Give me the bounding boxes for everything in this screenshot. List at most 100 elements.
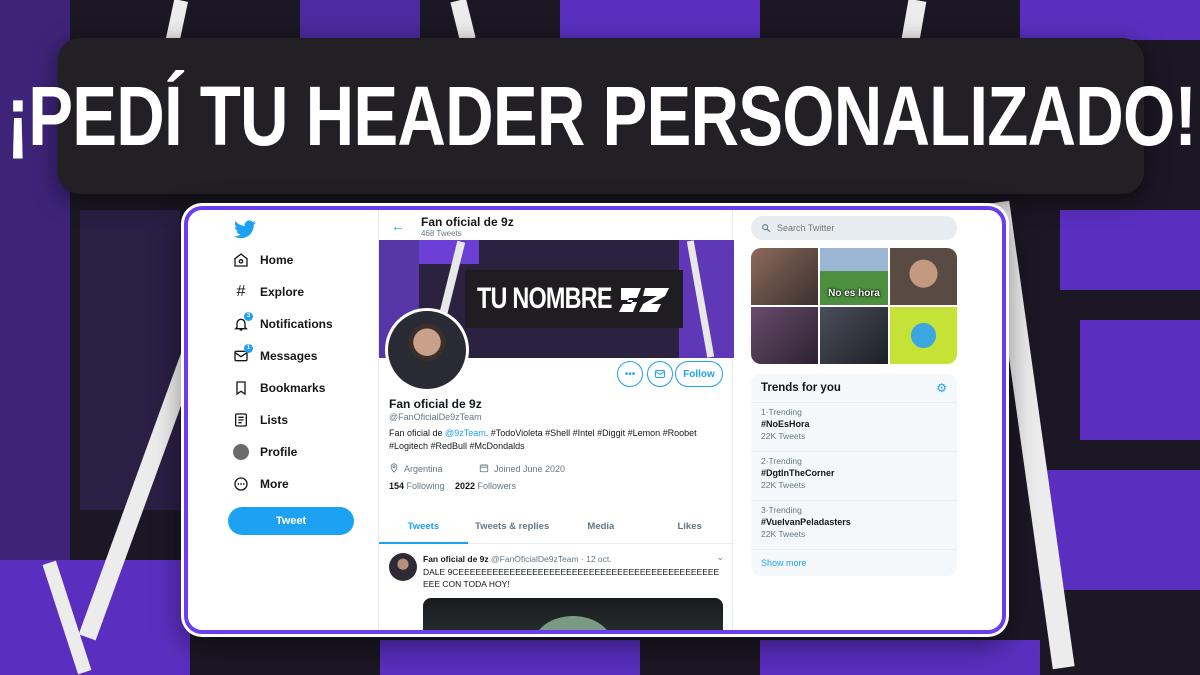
follow-button[interactable]: Follow bbox=[675, 361, 723, 387]
trend-tag: #VuelvanPeladasters bbox=[761, 517, 851, 527]
sidebar-item-home[interactable]: Home bbox=[232, 247, 293, 273]
back-arrow-icon[interactable]: ← bbox=[391, 218, 405, 234]
trends-panel: Trends for you ⚙ 1·Trending #NoEsHora 22… bbox=[751, 374, 957, 576]
tweet-button[interactable]: Tweet bbox=[228, 507, 354, 535]
tweet-text: DALE 9CEEEEEEEEEEEEEEEEEEEEEEEEEEEEEEEEE… bbox=[423, 567, 720, 589]
profile-handle: @FanOficialDe9zTeam bbox=[389, 412, 482, 422]
message-button[interactable] bbox=[647, 361, 673, 387]
sidebar-item-label: More bbox=[260, 477, 289, 491]
sidebar-item-profile[interactable]: Profile bbox=[232, 439, 297, 465]
location-pin-icon bbox=[389, 463, 399, 475]
gallery-image[interactable]: No es hora bbox=[820, 248, 888, 305]
hashtag-icon: # bbox=[236, 283, 246, 300]
tweet-count: 468 Tweets bbox=[421, 229, 462, 238]
following-stat[interactable]: 154 Following bbox=[389, 481, 445, 491]
tweet-item[interactable]: Fan oficial de 9z @FanOficialDe9zTeam · … bbox=[379, 546, 734, 630]
bookmark-icon bbox=[232, 379, 250, 397]
gallery-image[interactable] bbox=[751, 248, 819, 305]
gallery-image[interactable] bbox=[751, 307, 819, 364]
right-column: No es hora Trends for you ⚙ 1·Trending #… bbox=[733, 210, 1002, 630]
tweet-handle-date: @FanOficialDe9zTeam · 12 oct. bbox=[491, 554, 612, 564]
headline-banner: ¡PEDÍ TU HEADER PERSONALIZADO! bbox=[6, 38, 1196, 194]
bell-icon: 3 bbox=[232, 312, 253, 333]
gallery-caption: No es hora bbox=[828, 288, 880, 299]
tweet-avatar[interactable] bbox=[389, 553, 417, 581]
chevron-down-icon[interactable]: ⌄ bbox=[716, 552, 724, 563]
more-icon bbox=[232, 475, 250, 493]
tab-tweets[interactable]: Tweets bbox=[379, 510, 468, 544]
calendar-icon bbox=[479, 463, 489, 475]
trend-item[interactable]: 2·Trending #DgtInTheCorner 22K Tweets bbox=[751, 451, 957, 500]
tab-likes[interactable]: Likes bbox=[645, 510, 734, 543]
profile-column: ← Fan oficial de 9z 468 Tweets TU NOMBRE… bbox=[378, 210, 734, 630]
sidebar-item-messages[interactable]: 1 Messages bbox=[232, 343, 317, 369]
bio-mention-link[interactable]: @9zTeam bbox=[445, 428, 486, 438]
sidebar-item-lists[interactable]: Lists bbox=[232, 407, 288, 433]
search-box[interactable] bbox=[751, 216, 957, 240]
tab-media[interactable]: Media bbox=[557, 510, 646, 543]
sidebar-item-bookmarks[interactable]: Bookmarks bbox=[232, 375, 325, 401]
avatar-icon bbox=[232, 443, 250, 461]
trend-tag: #DgtInTheCorner bbox=[761, 468, 835, 478]
sidebar-item-label: Messages bbox=[260, 349, 318, 363]
gallery-image[interactable] bbox=[889, 248, 957, 305]
profile-avatar[interactable] bbox=[385, 308, 469, 392]
sidebar-item-label: Notifications bbox=[260, 317, 333, 331]
followers-stat[interactable]: 2022 Followers bbox=[455, 481, 516, 491]
trend-count: 22K Tweets bbox=[761, 431, 806, 441]
tweet-media-image[interactable] bbox=[423, 598, 723, 630]
location-text: Argentina bbox=[404, 464, 443, 474]
profile-bio: Fan oficial de @9zTeam. #TodoVioleta #Sh… bbox=[389, 427, 719, 453]
sidebar-item-more[interactable]: More bbox=[232, 471, 289, 497]
trend-item[interactable]: 3·Trending #VuelvanPeladasters 22K Tweet… bbox=[751, 500, 957, 549]
search-input[interactable] bbox=[777, 223, 937, 233]
profile-name: Fan oficial de 9z bbox=[389, 397, 482, 411]
sidebar-item-label: Home bbox=[260, 253, 294, 267]
twitter-profile-window: Home # Explore 3 Notifications 1 Message… bbox=[184, 206, 1006, 634]
show-more-link[interactable]: Show more bbox=[751, 549, 957, 576]
joined-text: Joined June 2020 bbox=[494, 464, 566, 474]
twitter-bird-icon[interactable] bbox=[232, 218, 258, 242]
list-icon bbox=[232, 411, 250, 429]
following-label: Following bbox=[406, 481, 445, 491]
sidebar-item-label: Profile bbox=[260, 445, 298, 459]
home-icon bbox=[232, 251, 250, 269]
gear-icon[interactable]: ⚙ bbox=[936, 381, 947, 395]
trend-rank: 3·Trending bbox=[761, 505, 802, 515]
followers-count: 2022 bbox=[455, 481, 476, 491]
sidebar-item-label: Bookmarks bbox=[260, 381, 326, 395]
sidebar-item-label: Explore bbox=[260, 285, 305, 299]
followers-label: Followers bbox=[477, 481, 517, 491]
sidebar-item-notifications[interactable]: 3 Notifications bbox=[232, 311, 333, 337]
envelope-icon bbox=[655, 370, 665, 378]
trend-tag: #NoEsHora bbox=[761, 419, 810, 429]
notification-badge: 3 bbox=[244, 312, 253, 321]
message-badge: 1 bbox=[244, 344, 253, 353]
tweet-header: Fan oficial de 9z @FanOficialDe9zTeam · … bbox=[423, 554, 612, 564]
banner-text: TU NOMBRE bbox=[477, 282, 612, 315]
sidebar-item-explore[interactable]: # Explore bbox=[232, 279, 304, 305]
trend-count: 22K Tweets bbox=[761, 480, 806, 490]
gallery-image[interactable] bbox=[820, 307, 888, 364]
header-profile-name: Fan oficial de 9z bbox=[421, 215, 514, 229]
headline-text: ¡PEDÍ TU HEADER PERSONALIZADO! bbox=[6, 68, 1196, 163]
trends-title: Trends for you bbox=[761, 382, 841, 394]
profile-location: Argentina bbox=[389, 463, 443, 475]
trend-count: 22K Tweets bbox=[761, 529, 806, 539]
search-icon bbox=[762, 224, 771, 233]
media-gallery: No es hora bbox=[751, 248, 957, 364]
sidebar-nav: Home # Explore 3 Notifications 1 Message… bbox=[188, 210, 378, 630]
tweet-author[interactable]: Fan oficial de 9z bbox=[423, 554, 489, 564]
envelope-icon: 1 bbox=[232, 344, 253, 365]
profile-joined: Joined June 2020 bbox=[479, 463, 565, 475]
profile-tabs: Tweets Tweets & replies Media Likes bbox=[379, 510, 734, 544]
trend-rank: 2·Trending bbox=[761, 456, 802, 466]
bio-prefix: Fan oficial de bbox=[389, 428, 443, 438]
more-options-button[interactable]: ••• bbox=[617, 361, 643, 387]
9z-logo-icon bbox=[619, 288, 669, 312]
gallery-image[interactable] bbox=[889, 307, 957, 364]
following-count: 154 bbox=[389, 481, 405, 491]
tab-tweets-replies[interactable]: Tweets & replies bbox=[468, 510, 557, 543]
trend-rank: 1·Trending bbox=[761, 407, 802, 417]
trend-item[interactable]: 1·Trending #NoEsHora 22K Tweets bbox=[751, 402, 957, 451]
